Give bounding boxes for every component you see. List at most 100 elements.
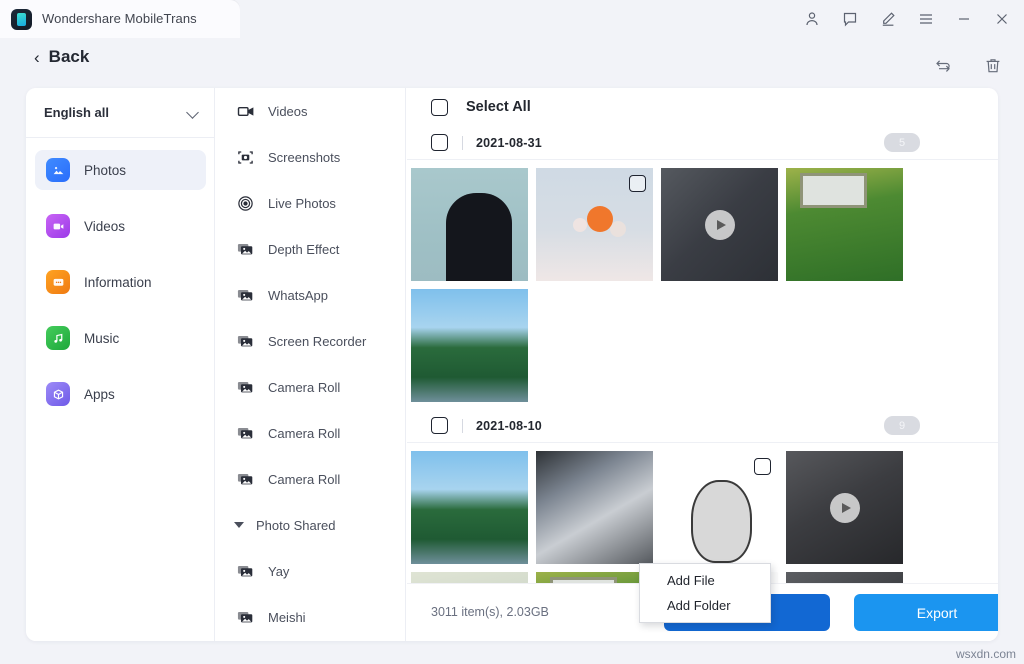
category-item-label: Depth Effect xyxy=(268,242,339,257)
app-logo-glyph xyxy=(17,13,26,26)
chevron-down-icon xyxy=(186,106,199,119)
category-item-label: Camera Roll xyxy=(268,426,340,441)
header-tools xyxy=(932,55,1004,77)
sidebar-item-label: Videos xyxy=(84,219,125,234)
back-button[interactable]: ‹ Back xyxy=(34,47,89,67)
category-item-live-photos[interactable]: Live Photos xyxy=(216,180,405,226)
thumbnail-item[interactable] xyxy=(411,289,528,402)
sidebar-item-music[interactable]: Music xyxy=(35,318,206,358)
date-group-header: 2021-08-10 9 xyxy=(407,409,998,443)
item-stats: 3011 item(s), 2.03GB xyxy=(431,605,549,619)
edit-pen-icon[interactable] xyxy=(876,7,900,31)
photo-stack-icon xyxy=(236,562,254,580)
date-group-header: 2021-08-31 5 xyxy=(407,126,998,160)
chevron-left-icon: ‹ xyxy=(34,49,40,66)
thumbnail-item[interactable] xyxy=(411,168,528,281)
photo-stack-icon xyxy=(236,240,254,258)
category-item-screen-recorder[interactable]: Screen Recorder xyxy=(216,318,405,364)
header-bar: ‹ Back xyxy=(0,38,1024,88)
category-item-meishi[interactable]: Meishi xyxy=(216,594,405,640)
language-selector[interactable]: English all xyxy=(26,88,215,138)
date-group-label: 2021-08-31 xyxy=(476,136,542,150)
photo-stack-icon xyxy=(236,424,254,442)
photo-stack-icon xyxy=(236,608,254,626)
date-group-count: 5 xyxy=(884,133,920,152)
category-column: Videos Screenshots Liv xyxy=(216,88,406,641)
app-window: Wondershare MobileTrans xyxy=(0,0,1024,664)
category-item-label: Yay xyxy=(268,564,289,579)
apps-icon xyxy=(46,382,70,406)
sidebar-nav: Photos Videos xyxy=(26,150,215,430)
category-item-label: Live Photos xyxy=(268,196,336,211)
video-camera-icon xyxy=(236,102,254,120)
title-bar: Wondershare MobileTrans xyxy=(0,0,1024,38)
category-item-label: WhatsApp xyxy=(268,288,328,303)
menu-item-add-folder[interactable]: Add Folder xyxy=(640,593,770,618)
screenshot-icon xyxy=(236,148,254,166)
music-icon xyxy=(46,326,70,350)
date-group-checkbox[interactable] xyxy=(431,417,448,434)
photo-stack-icon xyxy=(236,332,254,350)
sidebar: English all Photos xyxy=(26,88,215,641)
close-icon[interactable] xyxy=(990,7,1014,31)
thumbnail-item-video[interactable] xyxy=(661,168,778,281)
app-title: Wondershare MobileTrans xyxy=(42,11,197,26)
sidebar-item-label: Apps xyxy=(84,387,115,402)
photo-stack-icon xyxy=(236,286,254,304)
photos-icon xyxy=(46,158,70,182)
category-item-depth-effect[interactable]: Depth Effect xyxy=(216,226,405,272)
sidebar-item-information[interactable]: Information xyxy=(35,262,206,302)
language-selector-label: English all xyxy=(44,105,109,120)
photo-browser: Select All 2021-08-31 5 xyxy=(407,88,998,641)
feedback-chat-icon[interactable] xyxy=(838,7,862,31)
date-group-checkbox[interactable] xyxy=(431,134,448,151)
app-logo-icon xyxy=(11,9,32,30)
sync-icon[interactable] xyxy=(932,55,954,77)
watermark: wsxdn.com xyxy=(956,647,1016,661)
category-item-screenshots[interactable]: Screenshots xyxy=(216,134,405,180)
sidebar-item-apps[interactable]: Apps xyxy=(35,374,206,414)
category-item-camera-roll-3[interactable]: Camera Roll xyxy=(216,456,405,502)
thumbnail-grid xyxy=(407,160,998,402)
date-group-count: 9 xyxy=(884,416,920,435)
videos-icon xyxy=(46,214,70,238)
category-item-label: Videos xyxy=(268,104,308,119)
photo-stack-icon xyxy=(236,378,254,396)
information-icon xyxy=(46,270,70,294)
category-item-camera-roll-1[interactable]: Camera Roll xyxy=(216,364,405,410)
triangle-down-icon xyxy=(234,522,244,528)
sidebar-item-label: Music xyxy=(84,331,119,346)
thumbnail-item[interactable] xyxy=(536,451,653,564)
import-context-menu: Add File Add Folder xyxy=(639,563,771,623)
thumbnail-checkbox[interactable] xyxy=(754,458,771,475)
play-icon xyxy=(830,493,860,523)
minimize-icon[interactable] xyxy=(952,7,976,31)
export-button[interactable]: Export xyxy=(854,594,998,631)
sidebar-item-videos[interactable]: Videos xyxy=(35,206,206,246)
date-divider xyxy=(462,136,463,150)
category-group-photo-shared[interactable]: Photo Shared xyxy=(216,502,405,548)
category-item-label: Screenshots xyxy=(268,150,340,165)
thumbnail-item[interactable] xyxy=(536,168,653,281)
thumbnail-item-video[interactable] xyxy=(786,451,903,564)
sidebar-item-photos[interactable]: Photos xyxy=(35,150,206,190)
menu-item-add-file[interactable]: Add File xyxy=(640,568,770,593)
date-divider xyxy=(462,419,463,433)
thumbnail-item[interactable] xyxy=(661,451,778,564)
title-bar-actions xyxy=(800,0,1014,38)
menu-hamburger-icon[interactable] xyxy=(914,7,938,31)
delete-trash-icon[interactable] xyxy=(982,55,1004,77)
photo-stack-icon xyxy=(236,470,254,488)
thumbnail-checkbox[interactable] xyxy=(629,175,646,192)
category-item-camera-roll-2[interactable]: Camera Roll xyxy=(216,410,405,456)
account-icon[interactable] xyxy=(800,7,824,31)
category-item-yay[interactable]: Yay xyxy=(216,548,405,594)
select-all-checkbox[interactable] xyxy=(431,99,448,116)
thumbnail-item[interactable] xyxy=(411,451,528,564)
select-all-row: Select All xyxy=(407,88,998,126)
content-card: English all Photos xyxy=(26,88,998,641)
category-item-videos[interactable]: Videos xyxy=(216,88,405,134)
thumbnail-item[interactable] xyxy=(786,168,903,281)
select-all-label: Select All xyxy=(466,99,531,115)
category-item-whatsapp[interactable]: WhatsApp xyxy=(216,272,405,318)
